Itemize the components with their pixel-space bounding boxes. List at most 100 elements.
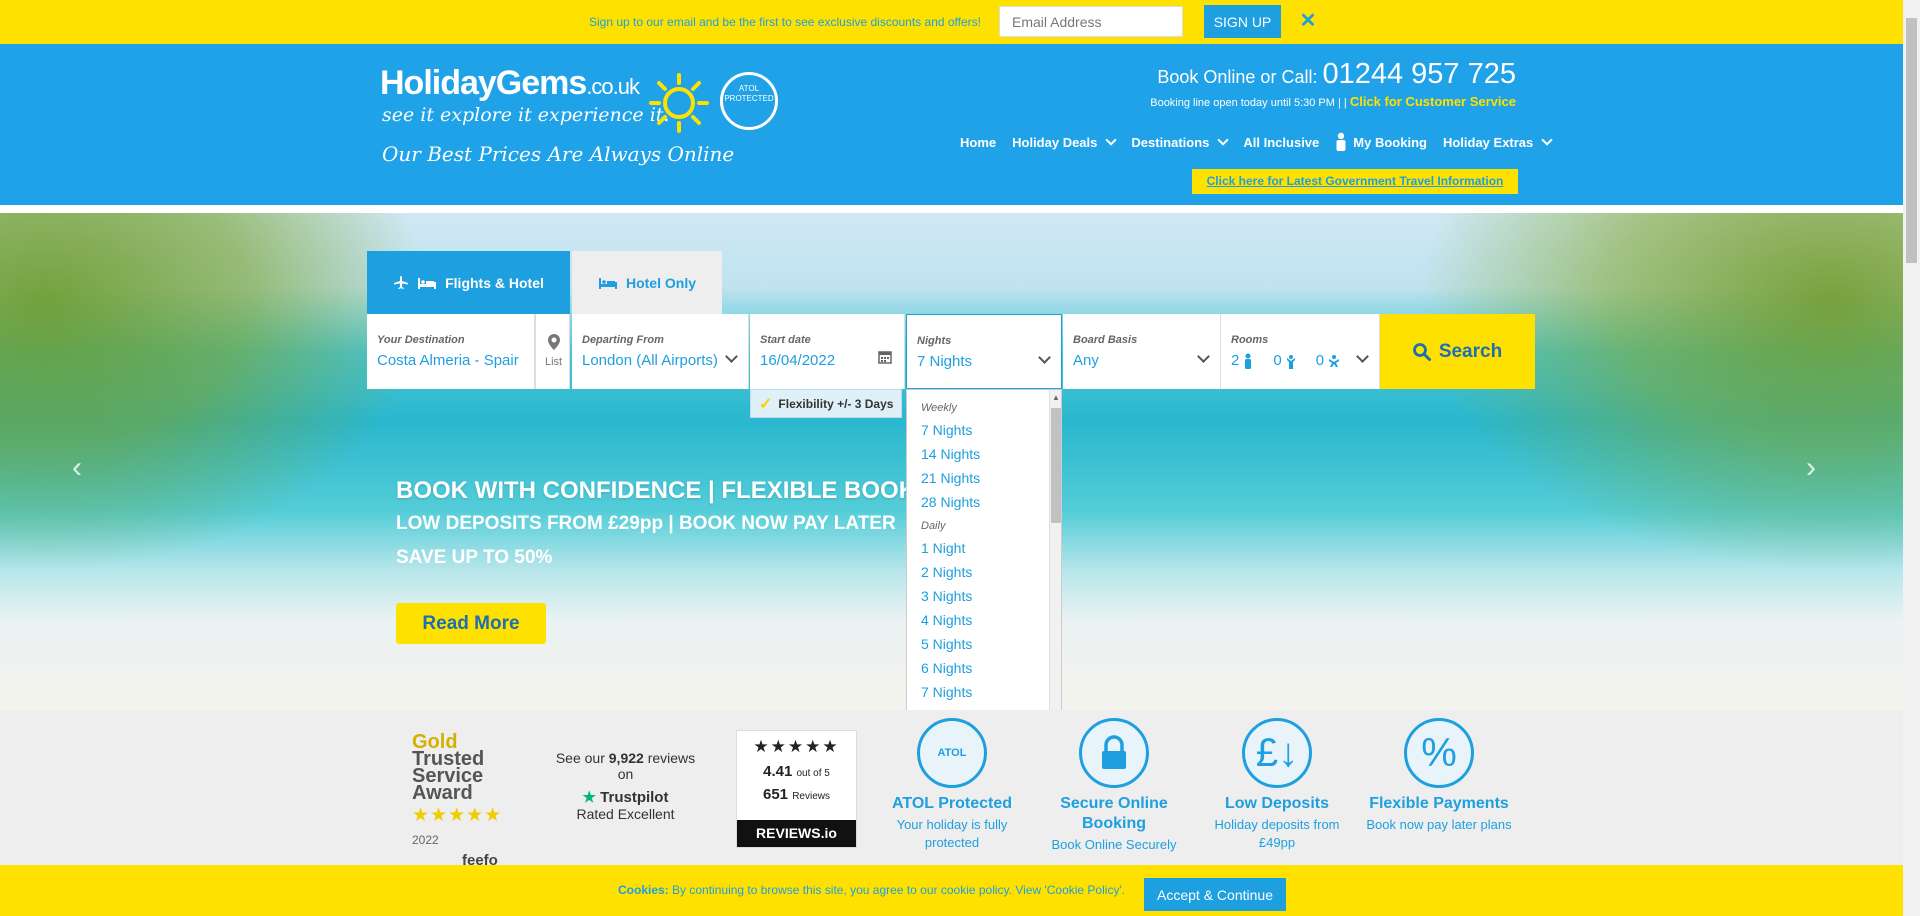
accept-cookies-button[interactable]: Accept & Continue <box>1144 878 1286 911</box>
checkmark-icon: ✓ <box>759 395 773 413</box>
calendar-icon <box>878 351 892 364</box>
hero-title: BOOK WITH CONFIDENCE | FLEXIBLE BOOKIN <box>396 477 941 504</box>
cookie-label: Cookies: <box>618 883 669 897</box>
close-icon[interactable]: ✕ <box>1299 10 1317 32</box>
book-online-label: Book Online or Call: <box>1157 67 1318 87</box>
plane-icon <box>394 275 409 289</box>
search-icon <box>1412 342 1431 361</box>
logo-tagline: see it explore it experience it. <box>382 104 670 126</box>
star-rating-icon: ★★★★★ <box>412 805 503 826</box>
dropdown-option[interactable]: 6 Nights <box>921 656 980 680</box>
atol-logo: ATOL PROTECTED <box>720 72 778 130</box>
dropdown-group-label: Weekly <box>921 402 957 414</box>
dropdown-option[interactable]: 21 Nights <box>921 466 980 490</box>
dropdown-option[interactable]: 4 Nights <box>921 608 980 632</box>
site-header: HolidayGems.co.uk see it explore it expe… <box>0 44 1903 209</box>
departing-from-select[interactable]: Departing From London (All Airports) <box>572 314 749 389</box>
pound-down-icon: £↓ <box>1242 718 1312 788</box>
board-basis-select[interactable]: Board Basis Any <box>1063 314 1221 389</box>
email-field[interactable] <box>999 6 1183 37</box>
page-scrollbar[interactable] <box>1903 0 1920 916</box>
dropdown-scrollbar[interactable]: ▲ ▼ <box>1049 390 1061 730</box>
star-rating-icon: ★★★★★ <box>753 737 840 756</box>
gov-travel-info-link[interactable]: Click here for Latest Government Travel … <box>1192 169 1518 194</box>
cookie-text: By continuing to browse this site, you a… <box>672 883 1126 897</box>
phone-number[interactable]: 01244 957 725 <box>1322 58 1516 90</box>
carousel-next-icon[interactable]: › <box>1806 451 1830 484</box>
atol-icon: ATOL <box>917 718 987 788</box>
destination-list-button[interactable]: List <box>535 314 570 389</box>
scroll-up-icon[interactable]: ▲ <box>1052 393 1060 402</box>
nav-all-inclusive[interactable]: All Inclusive <box>1243 135 1319 150</box>
nav-holiday-extras[interactable]: Holiday Extras <box>1443 134 1553 150</box>
dropdown-scroll-thumb[interactable] <box>1051 408 1061 523</box>
low-deposits-badge: £↓ Low Deposits Holiday deposits from £4… <box>1202 718 1352 852</box>
nav-holiday-deals[interactable]: Holiday Deals <box>1012 134 1118 150</box>
main-nav: Home Holiday Deals Destinations All Incl… <box>960 132 1567 152</box>
sun-icon <box>649 73 709 133</box>
nav-home[interactable]: Home <box>960 135 996 150</box>
flexibility-checkbox[interactable]: ✓ Flexibility +/- 3 Days <box>750 389 902 418</box>
atol-protected-badge: ATOL ATOL Protected Your holiday is full… <box>877 718 1027 852</box>
list-label: List <box>545 356 563 368</box>
rooms-select[interactable]: Rooms 2 0 0 <box>1221 314 1380 389</box>
tab-flights-hotel[interactable]: Flights & Hotel <box>367 251 570 314</box>
reviews-io-badge[interactable]: ★★★★★ 4.41 out of 5 651 Reviews REVIEWS.… <box>736 730 857 848</box>
rooms-children-count: 0 <box>1273 352 1282 369</box>
trustpilot-star-icon: ★ <box>582 789 596 806</box>
rooms-adults-count: 2 <box>1231 352 1240 369</box>
cookie-banner: Cookies: By continuing to browse this si… <box>0 865 1903 916</box>
chevron-down-icon <box>725 350 738 363</box>
hero-subtitle-1: LOW DEPOSITS FROM £29pp | BOOK NOW PAY L… <box>396 513 896 534</box>
promo-bar: Sign up to our email and be the first to… <box>0 0 1903 44</box>
dropdown-option[interactable]: 1 Night <box>921 536 980 560</box>
chevron-down-icon <box>1197 350 1210 363</box>
page-scroll-thumb[interactable] <box>1906 18 1917 263</box>
padlock-icon <box>1079 718 1149 788</box>
flexible-payments-badge: % Flexible Payments Book now pay later p… <box>1364 718 1514 834</box>
percent-icon: % <box>1404 718 1474 788</box>
dropdown-option[interactable]: 7 Nights <box>921 418 980 442</box>
bed-icon <box>418 277 437 289</box>
customer-service-link[interactable]: Click for Customer Service <box>1350 94 1516 109</box>
child-icon <box>1286 354 1295 369</box>
dropdown-option[interactable]: 7 Nights <box>921 680 980 704</box>
dropdown-option[interactable]: 2 Nights <box>921 560 980 584</box>
booking-hours: Booking line open today until 5:30 PM | … <box>1150 97 1347 109</box>
signup-button[interactable]: SIGN UP <box>1204 5 1281 38</box>
feefo-award: Gold Trusted Service Award ★★★★★ 2022 fe… <box>412 732 522 869</box>
logo-wordmark: HolidayGems.co.uk <box>380 64 640 102</box>
carousel-prev-icon[interactable]: ‹ <box>72 451 96 484</box>
user-icon <box>1336 132 1346 151</box>
reviews-io-logo: REVIEWS.io <box>737 820 856 847</box>
trustpilot-block[interactable]: See our 9,922 reviews on ★ Trustpilot Ra… <box>548 750 703 822</box>
read-more-button[interactable]: Read More <box>396 603 546 644</box>
map-pin-icon <box>548 334 560 350</box>
secure-booking-badge: Secure Online Booking Book Online Secure… <box>1039 718 1189 854</box>
dropdown-option[interactable]: 14 Nights <box>921 442 980 466</box>
nav-my-booking[interactable]: My Booking <box>1335 132 1427 152</box>
tab-hotel-only[interactable]: Hotel Only <box>572 251 722 314</box>
adult-icon <box>1245 353 1252 369</box>
site-logo[interactable]: HolidayGems.co.uk see it explore it expe… <box>380 64 780 184</box>
dropdown-option[interactable]: 5 Nights <box>921 632 980 656</box>
dropdown-option[interactable]: 28 Nights <box>921 490 980 514</box>
bed-icon <box>598 277 617 289</box>
rooms-infants-count: 0 <box>1315 352 1325 369</box>
trust-strip: Gold Trusted Service Award ★★★★★ 2022 fe… <box>0 710 1903 869</box>
chevron-down-icon <box>1038 351 1051 364</box>
palm-leaves-right <box>1383 213 1903 593</box>
logo-slogan: Our Best Prices Are Always Online <box>382 142 735 166</box>
book-online-block: Book Online or Call: 01244 957 725 Booki… <box>1150 58 1516 109</box>
chevron-down-icon <box>1105 134 1118 146</box>
promo-text: Sign up to our email and be the first to… <box>589 15 982 29</box>
chevron-down-icon <box>1217 134 1230 146</box>
search-button[interactable]: Search <box>1380 314 1535 389</box>
destination-field[interactable]: Your Destination Costa Almeria - Spair <box>367 314 535 389</box>
nights-select[interactable]: Nights 7 Nights <box>906 314 1062 389</box>
nav-destinations[interactable]: Destinations <box>1131 134 1230 150</box>
hero-subtitle-2: SAVE UP TO 50% <box>396 547 553 568</box>
dropdown-option[interactable]: 3 Nights <box>921 584 980 608</box>
nights-dropdown-list[interactable]: Weekly 7 Nights 14 Nights 21 Nights 28 N… <box>906 389 1062 731</box>
start-date-field[interactable]: Start date 16/04/2022 <box>750 314 905 389</box>
